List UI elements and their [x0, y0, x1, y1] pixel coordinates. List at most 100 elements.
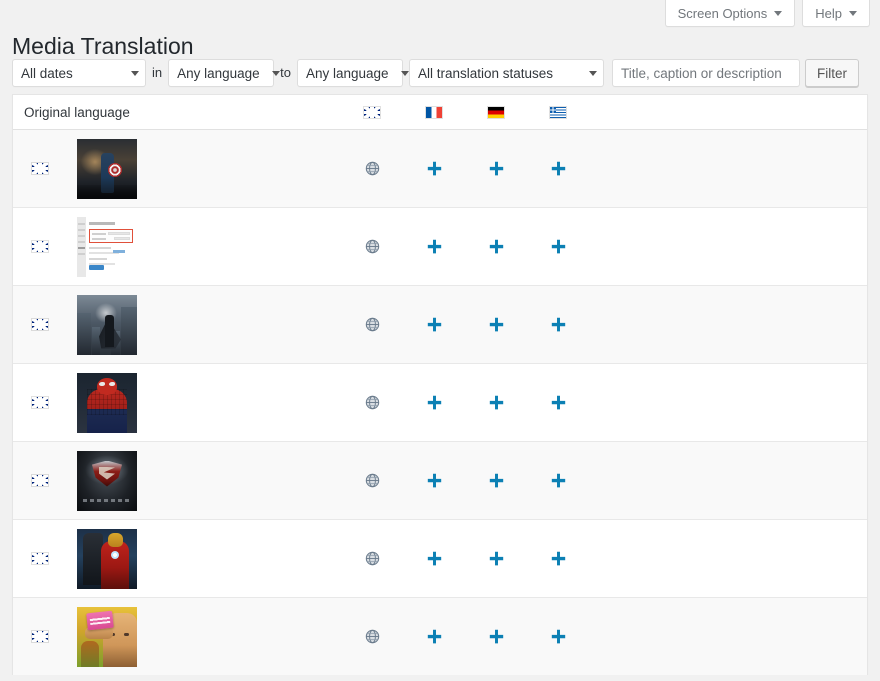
plus-icon: [426, 394, 443, 411]
plus-icon: [550, 160, 567, 177]
cell-add-translation-greek[interactable]: [527, 628, 589, 645]
cell-add-translation-german[interactable]: [465, 160, 527, 177]
plus-icon: [488, 316, 505, 333]
media-thumbnail[interactable]: [77, 373, 137, 433]
cell-original-english[interactable]: [341, 239, 403, 254]
plus-icon: [488, 628, 505, 645]
search-input[interactable]: [612, 59, 800, 87]
row-original-language-flag: [13, 241, 66, 252]
media-thumbnail[interactable]: [77, 217, 137, 277]
cell-add-translation-german[interactable]: [465, 550, 527, 567]
plus-icon: [426, 316, 443, 333]
cell-add-translation-greek[interactable]: [527, 160, 589, 177]
cell-add-translation-german[interactable]: [465, 628, 527, 645]
flag-gb-icon: [32, 475, 48, 486]
target-language-select[interactable]: Any language: [297, 59, 403, 87]
globe-icon: [365, 239, 380, 254]
date-filter-value: All dates: [21, 66, 85, 81]
row-original-language-flag: [13, 475, 66, 486]
filter-conjunction-in: in: [146, 59, 168, 87]
cell-add-translation-french[interactable]: [403, 238, 465, 255]
source-language-select[interactable]: Any language: [168, 59, 274, 87]
cell-add-translation-greek[interactable]: [527, 472, 589, 489]
cell-add-translation-german[interactable]: [465, 316, 527, 333]
cell-original-english[interactable]: [341, 317, 403, 332]
table-row: [13, 364, 867, 442]
cell-original-english[interactable]: [341, 395, 403, 410]
flag-gr-icon: [550, 107, 566, 118]
media-thumbnail[interactable]: [77, 529, 137, 589]
flag-de-icon: [488, 107, 504, 118]
cell-add-translation-french[interactable]: [403, 394, 465, 411]
row-thumbnail-cell[interactable]: [66, 529, 341, 589]
globe-icon: [365, 317, 380, 332]
plus-icon: [426, 472, 443, 489]
cell-add-translation-french[interactable]: [403, 550, 465, 567]
source-language-value: Any language: [177, 66, 272, 81]
column-header-german[interactable]: [465, 107, 527, 118]
page-bottom-edge: [0, 675, 880, 681]
page-title: Media Translation: [12, 32, 194, 61]
cell-original-english[interactable]: [341, 473, 403, 488]
column-header-greek[interactable]: [527, 107, 589, 118]
chevron-down-icon: [589, 71, 597, 76]
cell-add-translation-german[interactable]: [465, 394, 527, 411]
globe-icon: [365, 629, 380, 644]
target-language-value: Any language: [306, 66, 401, 81]
table-row: [13, 520, 867, 598]
row-thumbnail-cell[interactable]: [66, 139, 341, 199]
cell-add-translation-greek[interactable]: [527, 550, 589, 567]
plus-icon: [550, 394, 567, 411]
table-row: [13, 598, 867, 676]
column-header-french[interactable]: [403, 107, 465, 118]
cell-original-english[interactable]: [341, 629, 403, 644]
plus-icon: [488, 472, 505, 489]
cell-original-english[interactable]: [341, 551, 403, 566]
row-thumbnail-cell[interactable]: [66, 607, 341, 667]
cell-add-translation-french[interactable]: [403, 628, 465, 645]
plus-icon: [488, 550, 505, 567]
translation-status-select[interactable]: All translation statuses: [409, 59, 604, 87]
table-row: [13, 286, 867, 364]
cell-add-translation-french[interactable]: [403, 160, 465, 177]
date-filter-select[interactable]: All dates: [12, 59, 146, 87]
row-thumbnail-cell[interactable]: [66, 217, 341, 277]
chevron-down-icon: [401, 71, 409, 76]
cell-original-english[interactable]: [341, 161, 403, 176]
row-thumbnail-cell[interactable]: [66, 451, 341, 511]
flag-fr-icon: [426, 107, 442, 118]
cell-add-translation-greek[interactable]: [527, 238, 589, 255]
plus-icon: [488, 160, 505, 177]
plus-icon: [426, 238, 443, 255]
media-thumbnail[interactable]: [77, 295, 137, 355]
cell-add-translation-german[interactable]: [465, 238, 527, 255]
filter-button[interactable]: Filter: [805, 59, 859, 87]
original-language-header: Original language: [13, 105, 341, 120]
media-thumbnail[interactable]: [77, 451, 137, 511]
row-original-language-flag: [13, 631, 66, 642]
globe-icon: [365, 161, 380, 176]
row-thumbnail-cell[interactable]: [66, 373, 341, 433]
cell-add-translation-greek[interactable]: [527, 394, 589, 411]
help-button[interactable]: Help: [802, 0, 870, 27]
media-translation-page: Screen Options Help Media Translation Al…: [0, 0, 880, 681]
column-header-english[interactable]: [341, 107, 403, 118]
media-thumbnail[interactable]: [77, 607, 137, 667]
globe-icon: [365, 551, 380, 566]
chevron-down-icon: [849, 11, 857, 16]
flag-gb-icon: [32, 319, 48, 330]
cell-add-translation-french[interactable]: [403, 472, 465, 489]
row-original-language-flag: [13, 319, 66, 330]
screen-options-button[interactable]: Screen Options: [665, 0, 796, 27]
table-row: [13, 442, 867, 520]
flag-gb-icon: [32, 241, 48, 252]
cell-add-translation-german[interactable]: [465, 472, 527, 489]
media-thumbnail[interactable]: [77, 139, 137, 199]
row-original-language-flag: [13, 553, 66, 564]
flag-gb-icon: [32, 553, 48, 564]
row-thumbnail-cell[interactable]: [66, 295, 341, 355]
plus-icon: [550, 316, 567, 333]
cell-add-translation-greek[interactable]: [527, 316, 589, 333]
cell-add-translation-french[interactable]: [403, 316, 465, 333]
help-label: Help: [815, 6, 842, 21]
